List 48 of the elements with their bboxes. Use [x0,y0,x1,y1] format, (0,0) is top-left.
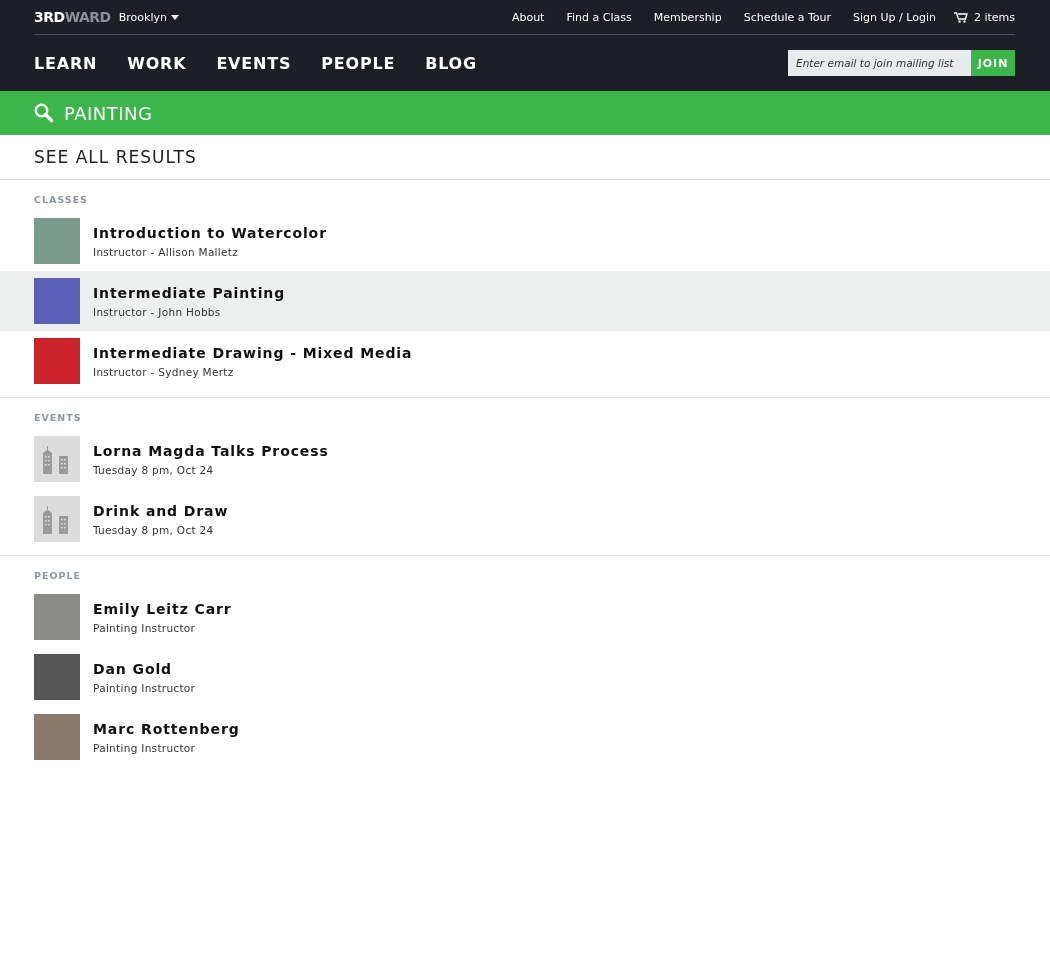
nav-link[interactable]: WORK [127,53,187,73]
result-title: Intermediate Painting [93,284,286,301]
section-heading: PEOPLE [34,569,83,583]
section-heading: EVENTS [34,411,83,425]
nav-link[interactable]: EVENTS [216,53,292,73]
result-item[interactable]: Drink and Draw Tuesday 8 pm, Oct 24 [0,489,1050,549]
result-item[interactable]: Lorna Magda Talks Process Tuesday 8 pm, Oct 24 [0,429,1050,489]
logo[interactable]: 3RDWARD [34,9,111,25]
see-all-results-link[interactable]: SEE ALL RESULTS [34,147,197,167]
result-subtitle: Painting Instructor [93,741,197,754]
top-link[interactable]: Schedule a Tour [743,10,831,24]
result-subtitle: Painting Instructor [93,621,197,634]
nav-link[interactable]: BLOG [425,53,477,73]
result-item[interactable]: Dan Gold Painting Instructor [0,647,1050,707]
cart-link[interactable]: 2 items [953,10,1015,24]
result-title: Intermediate Drawing - Mixed Media [93,344,413,361]
result-title: Drink and Draw [93,502,229,519]
result-item[interactable]: Marc Rottenberg Painting Instructor [0,707,1050,767]
nav-link[interactable]: PEOPLE [321,53,396,73]
result-title: Marc Rottenberg [93,720,240,737]
section-heading: CLASSES [34,193,89,207]
result-subtitle: Instructor - Sydney Mertz [93,365,235,378]
nav-link[interactable]: LEARN [34,53,98,73]
result-subtitle: Instructor - John Hobbs [93,305,222,318]
top-link[interactable]: Find a Class [566,10,632,24]
result-item[interactable]: Intermediate Painting Instructor - John Hobbs [0,271,1050,331]
result-title: Emily Leitz Carr [93,600,232,617]
building-icon [34,496,80,542]
result-title: Dan Gold [93,660,174,677]
result-item[interactable]: Introduction to Watercolor Instructor - Allison Malletz [0,211,1050,271]
result-title: Introduction to Watercolor [93,224,327,241]
result-item[interactable]: Intermediate Drawing - Mixed Media Instructor - Sydney Mertz [0,331,1050,391]
result-subtitle: Tuesday 8 pm, Oct 24 [93,523,215,536]
caret-icon [170,14,179,20]
search-icon [34,103,54,123]
result-subtitle: Painting Instructor [93,681,196,694]
result-subtitle: Instructor - Allison Malletz [93,245,240,258]
result-title: Lorna Magda Talks Process [93,442,329,459]
result-subtitle: Tuesday 8 pm, Oct 24 [93,463,215,476]
top-link[interactable]: Membership [653,10,722,24]
top-link[interactable]: About [511,10,545,24]
building-icon [34,436,80,482]
top-link[interactable]: Sign Up / Login [853,10,936,24]
email-field[interactable]: Enter email to join mailing list [788,50,971,76]
location-dropdown[interactable]: Brooklyn [118,10,179,24]
search-query: PAINTING [64,102,153,124]
result-item[interactable]: Emily Leitz Carr Painting Instructor [0,587,1050,647]
cart-icon [953,11,968,23]
